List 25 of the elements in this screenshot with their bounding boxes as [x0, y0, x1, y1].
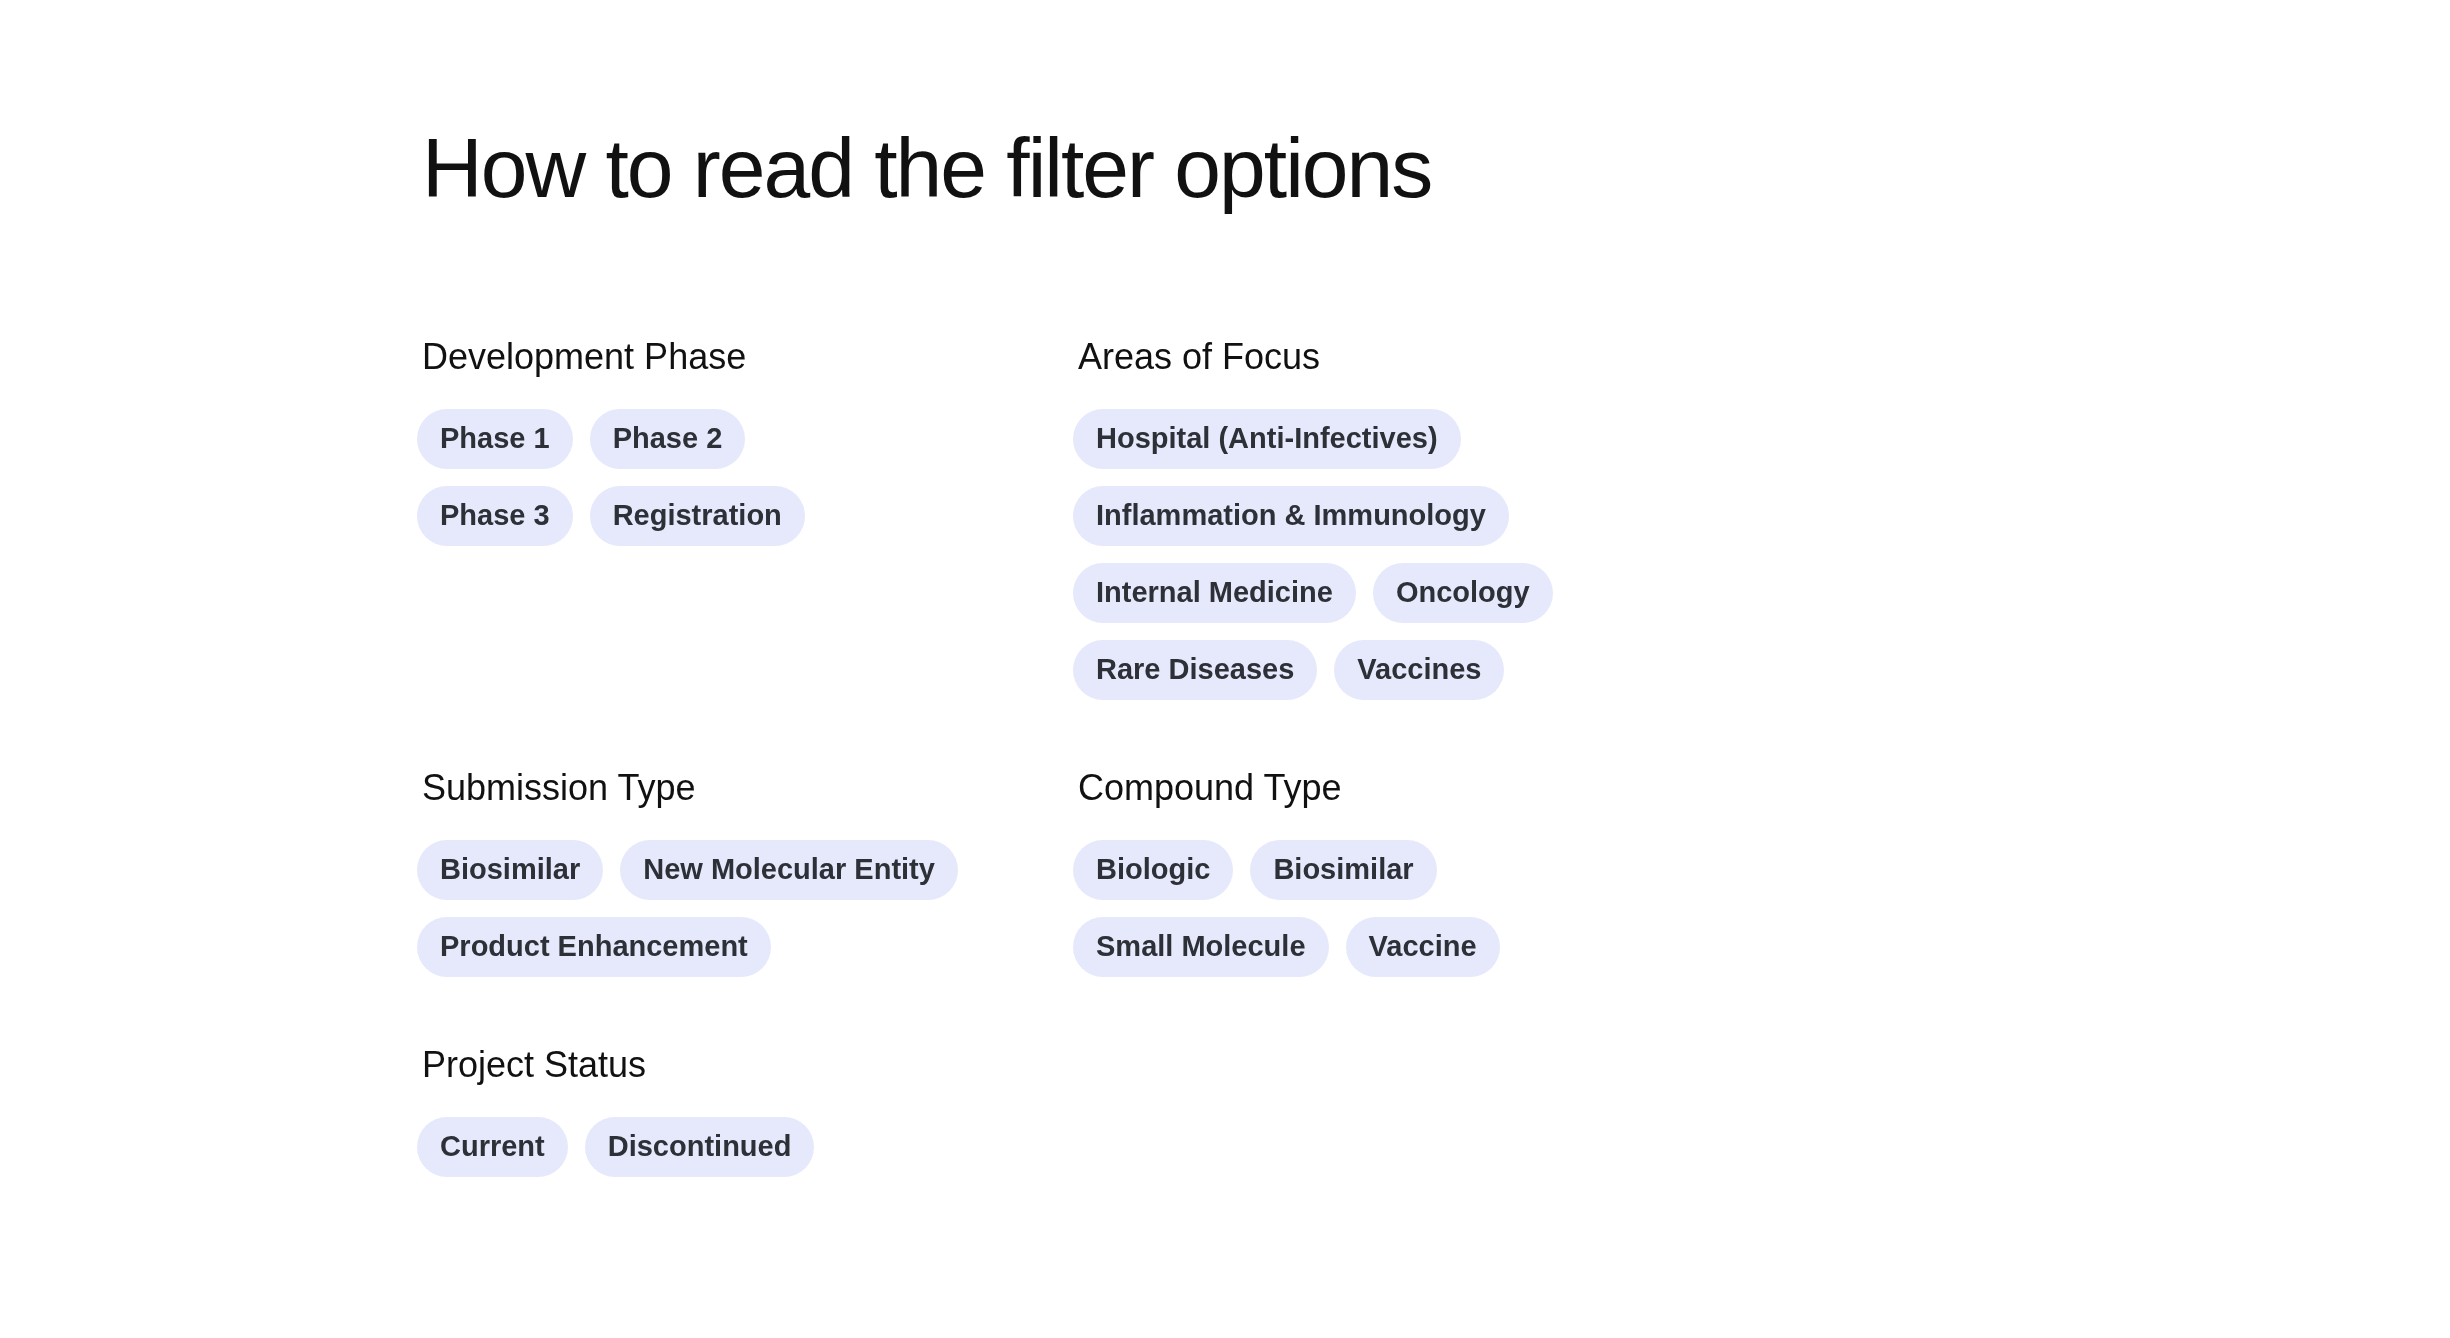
filter-tag: Hospital (Anti-Infectives) [1073, 408, 1461, 469]
filter-tag: Oncology [1372, 562, 1553, 623]
filter-tag: Vaccines [1334, 639, 1505, 700]
filter-tag: Phase 2 [589, 408, 746, 469]
section-heading: Development Phase [422, 334, 748, 379]
filter-tag: Product Enhancement [417, 916, 771, 977]
filter-tag: Phase 1 [417, 408, 573, 469]
section-heading: Project Status [422, 1042, 648, 1087]
filter-tag: Rare Diseases [1073, 639, 1318, 700]
filter-tag: Phase 3 [417, 485, 573, 546]
page-title: How to read the filter options [422, 120, 1433, 217]
section-heading: Submission Type [422, 765, 697, 810]
filter-tag: Internal Medicine [1073, 562, 1356, 623]
filter-tag: Discontinued [584, 1116, 815, 1177]
filter-tag: Vaccine [1345, 916, 1500, 977]
filter-tag: Biosimilar [417, 839, 604, 900]
filter-tag: New Molecular Entity [620, 839, 958, 900]
filter-tag: Biologic [1073, 839, 1234, 900]
filter-tag: Registration [589, 485, 805, 546]
filter-tag: Inflammation & Immunology [1073, 485, 1509, 546]
filter-tag: Small Molecule [1073, 916, 1329, 977]
filter-tag: Biosimilar [1250, 839, 1437, 900]
section-heading: Areas of Focus [1078, 334, 1322, 379]
section-heading: Compound Type [1078, 765, 1343, 810]
filter-tag: Current [417, 1116, 568, 1177]
